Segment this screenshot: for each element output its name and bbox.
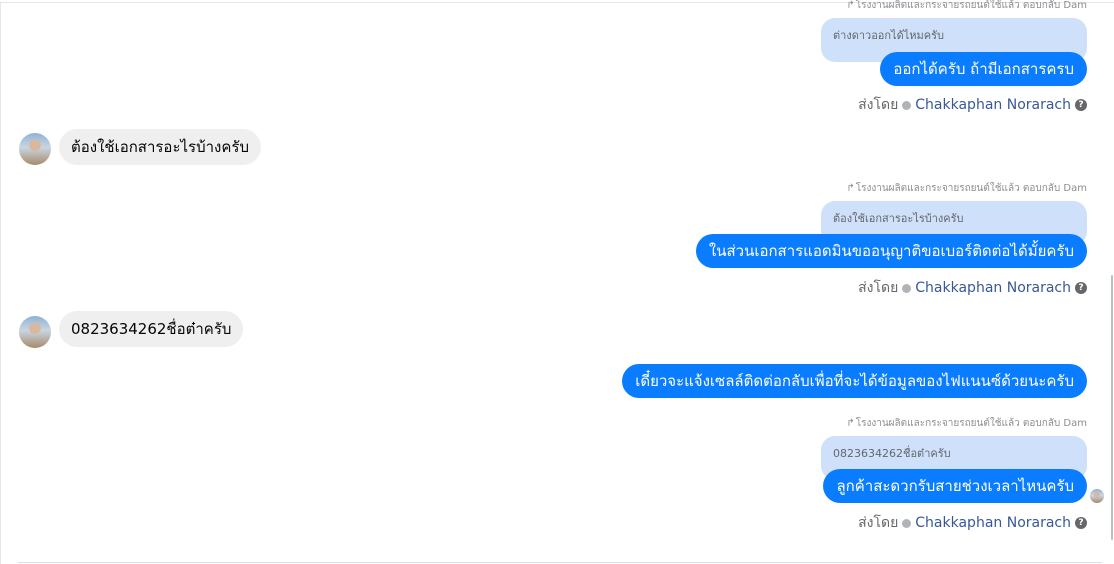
sent-by-line: ส่งโดย Chakkaphan Norarach ? [858, 277, 1087, 299]
verified-icon [902, 100, 912, 110]
reply-indicator-text: โรงงานผลิตและกระจายรถยนต์ใช้แล้ว ตอบกลับ… [855, 418, 1087, 429]
incoming-message[interactable]: ต้องใช้เอกสารอะไรบ้างครับ [59, 129, 261, 165]
help-icon[interactable]: ? [1075, 517, 1087, 529]
composer-divider [18, 562, 1102, 563]
scrollbar[interactable] [1111, 275, 1113, 540]
reply-arrow-icon: ↱ [846, 183, 855, 194]
reply-indicator: ↱ โรงงานผลิตและกระจายรถยนต์ใช้แล้ว ตอบกล… [846, 181, 1087, 196]
verified-icon [902, 518, 912, 528]
sender-name-link[interactable]: Chakkaphan Norarach [915, 515, 1071, 531]
reply-indicator: ↱ โรงงานผลิตและกระจายรถยนต์ใช้แล้ว ตอบกล… [846, 0, 1087, 13]
outgoing-message[interactable]: เดี๋ยวจะแจ้งเซลล์ติดต่อกลับเพื่อที่จะได้… [622, 364, 1087, 398]
outgoing-message[interactable]: ในส่วนเอกสารแอดมินขออนุญาติขอเบอร์ติดต่อ… [695, 234, 1087, 268]
reply-arrow-icon: ↱ [846, 418, 855, 429]
contact-avatar[interactable] [19, 133, 51, 165]
sender-name-link[interactable]: Chakkaphan Norarach [915, 97, 1071, 113]
outgoing-message[interactable]: ออกได้ครับ ถ้ามีเอกสารครบ [880, 52, 1087, 86]
help-icon[interactable]: ? [1075, 99, 1087, 111]
reply-indicator-text: โรงงานผลิตและกระจายรถยนต์ใช้แล้ว ตอบกลับ… [855, 183, 1087, 194]
reply-indicator-text: โรงงานผลิตและกระจายรถยนต์ใช้แล้ว ตอบกลับ… [855, 0, 1087, 11]
reply-indicator: ↱ โรงงานผลิตและกระจายรถยนต์ใช้แล้ว ตอบกล… [846, 416, 1087, 431]
reply-arrow-icon: ↱ [846, 0, 855, 11]
left-border [0, 2, 1, 564]
sent-by-line: ส่งโดย Chakkaphan Norarach ? [858, 512, 1087, 534]
sent-by-line: ส่งโดย Chakkaphan Norarach ? [858, 94, 1087, 116]
sent-by-label: ส่งโดย [858, 97, 899, 113]
outgoing-message[interactable]: ลูกค้าสะดวกรับสายช่วงเวลาไหนครับ [823, 469, 1087, 503]
help-icon[interactable]: ? [1075, 282, 1087, 294]
quoted-message-text: ต่างดาวออกได้ไหมครับ [833, 29, 945, 42]
verified-icon [902, 283, 912, 293]
quoted-message-text: 0823634262ชื่อต๋าครับ [833, 447, 951, 460]
sent-by-label: ส่งโดย [858, 280, 899, 296]
sender-name-link[interactable]: Chakkaphan Norarach [915, 280, 1071, 296]
contact-avatar[interactable] [19, 316, 51, 348]
incoming-message[interactable]: 0823634262ชื่อต๋าครับ [59, 311, 244, 347]
sent-by-label: ส่งโดย [858, 515, 899, 531]
read-receipt-avatar [1090, 489, 1104, 503]
quoted-message-text: ต้องใช้เอกสารอะไรบ้างครับ [833, 212, 964, 225]
